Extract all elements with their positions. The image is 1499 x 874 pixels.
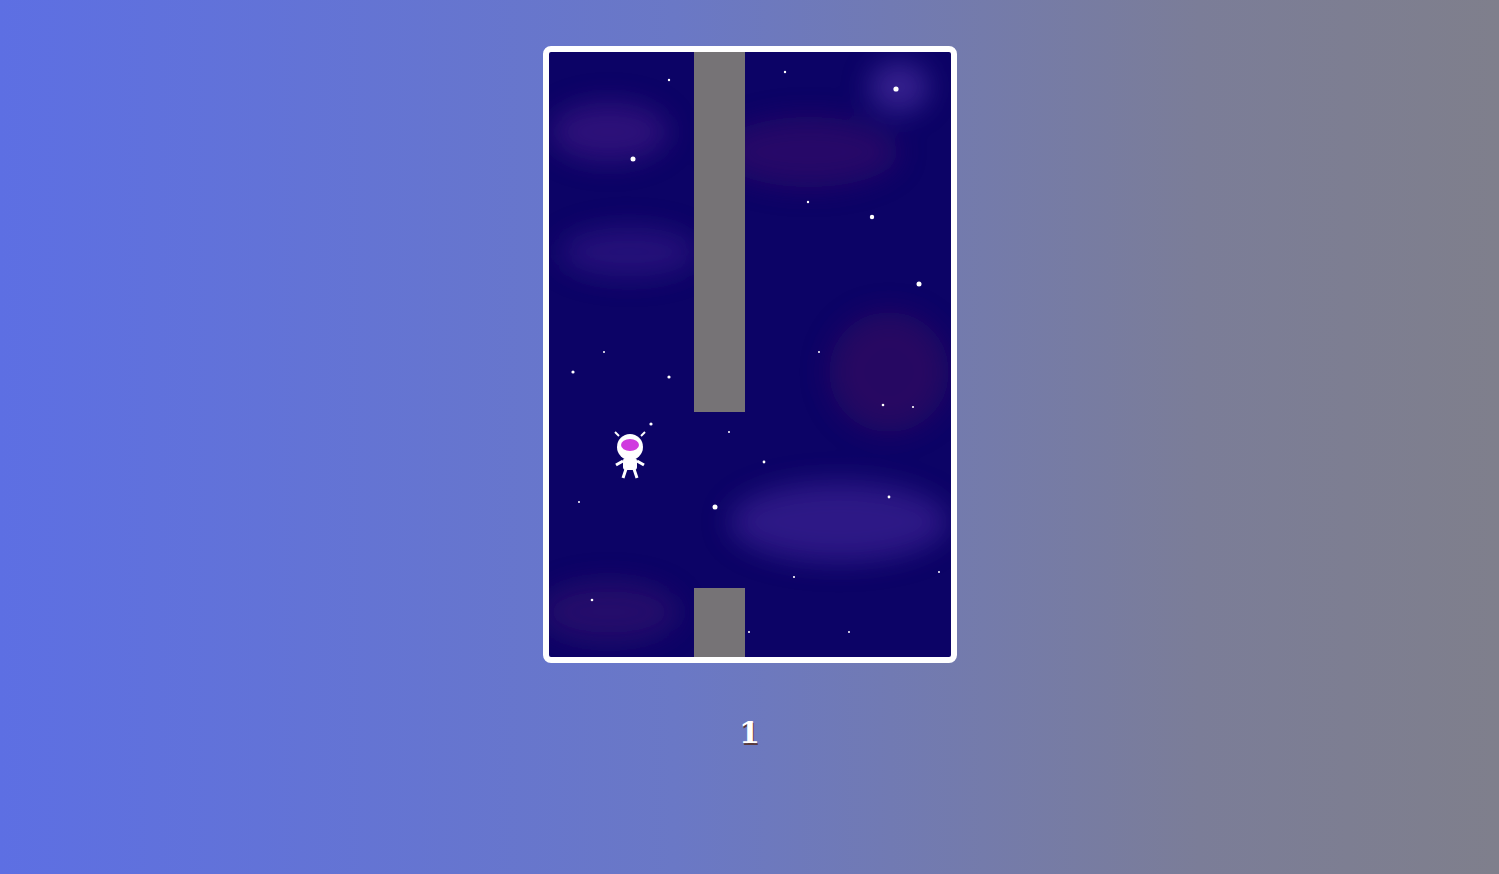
game-canvas[interactable] — [543, 46, 957, 663]
astronaut-icon — [611, 430, 649, 480]
game-page: 1 — [0, 0, 1499, 751]
bottom-pipe — [694, 588, 745, 657]
space-background-icon — [549, 52, 951, 657]
score: 1 — [731, 715, 768, 751]
top-pipe — [694, 52, 745, 412]
